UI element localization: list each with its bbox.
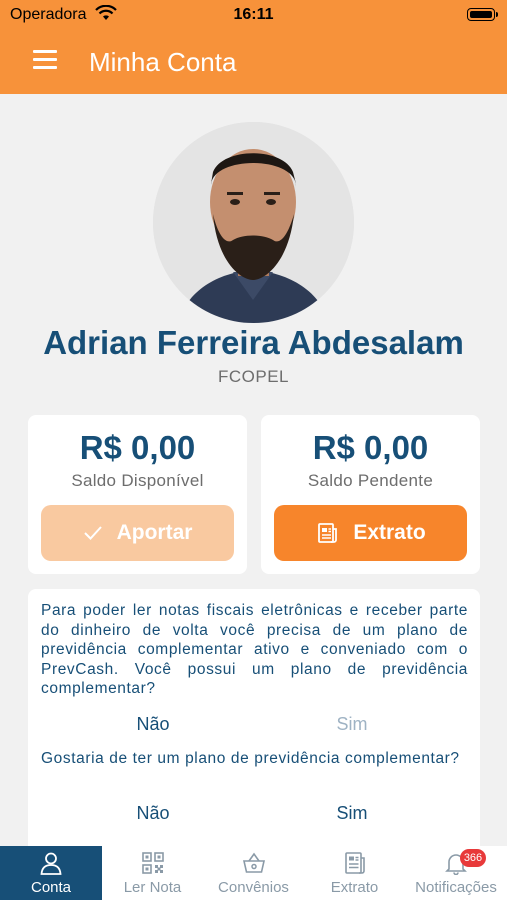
statement-icon	[318, 523, 338, 543]
tab-extrato-label: Extrato	[330, 879, 379, 896]
want-plan-yes-option[interactable]: Sim	[292, 803, 412, 824]
tab-conta-label: Conta	[30, 879, 72, 896]
pending-balance-card: R$ 0,00 Saldo Pendente Extrato	[261, 415, 480, 574]
check-icon	[83, 526, 102, 540]
tab-ler-nota[interactable]: Ler Nota	[102, 846, 203, 900]
avatar	[153, 122, 354, 323]
question-has-plan: Para poder ler notas fiscais eletrônicas…	[41, 602, 468, 697]
hamburger-menu-icon[interactable]	[33, 50, 57, 70]
aportar-button[interactable]: Aportar	[41, 505, 234, 561]
has-plan-no-option[interactable]: Não	[93, 714, 213, 735]
aportar-button-label: Aportar	[116, 521, 193, 544]
bottom-tab-bar: Conta Ler Nota Convênios Extrato 366 Not…	[0, 846, 507, 900]
tab-notificacoes[interactable]: 366 Notificações	[405, 846, 507, 900]
available-balance-label: Saldo Disponível	[71, 471, 204, 490]
tab-convenios[interactable]: Convênios	[203, 846, 304, 900]
avatar-photo	[153, 122, 354, 323]
status-bar: Operadora 16:11	[0, 0, 507, 30]
pending-balance-label: Saldo Pendente	[307, 471, 434, 490]
tab-conta[interactable]: Conta	[0, 846, 102, 900]
user-icon	[40, 852, 62, 875]
tab-convenios-label: Convênios	[218, 879, 289, 896]
app-bar: Minha Conta	[0, 30, 507, 94]
question-want-plan: Gostaria de ter um plano de previdência …	[41, 750, 460, 767]
tab-extrato[interactable]: Extrato	[304, 846, 405, 900]
basket-icon	[242, 852, 265, 873]
previdencia-questions-card: Para poder ler notas fiscais eletrônicas…	[28, 589, 480, 859]
page-title: Minha Conta	[89, 47, 237, 77]
user-name: Adrian Ferreira Abdesalam	[43, 324, 464, 361]
organization-name: FCOPEL	[217, 367, 290, 386]
notification-count-badge: 366	[460, 849, 486, 867]
battery-icon	[467, 8, 498, 21]
extrato-button[interactable]: Extrato	[274, 505, 467, 561]
pending-balance-amount: R$ 0,00	[312, 429, 429, 466]
receipt-icon	[344, 852, 365, 874]
qr-code-icon	[141, 852, 164, 874]
available-balance-amount: R$ 0,00	[79, 429, 196, 466]
tab-notificacoes-label: Notificações	[415, 879, 497, 896]
extrato-button-label: Extrato	[353, 521, 426, 544]
available-balance-card: R$ 0,00 Saldo Disponível Aportar	[28, 415, 247, 574]
tab-ler-nota-label: Ler Nota	[123, 879, 182, 896]
status-time: 16:11	[233, 6, 274, 23]
want-plan-no-option[interactable]: Não	[93, 803, 213, 824]
has-plan-yes-option[interactable]: Sim	[292, 714, 412, 735]
